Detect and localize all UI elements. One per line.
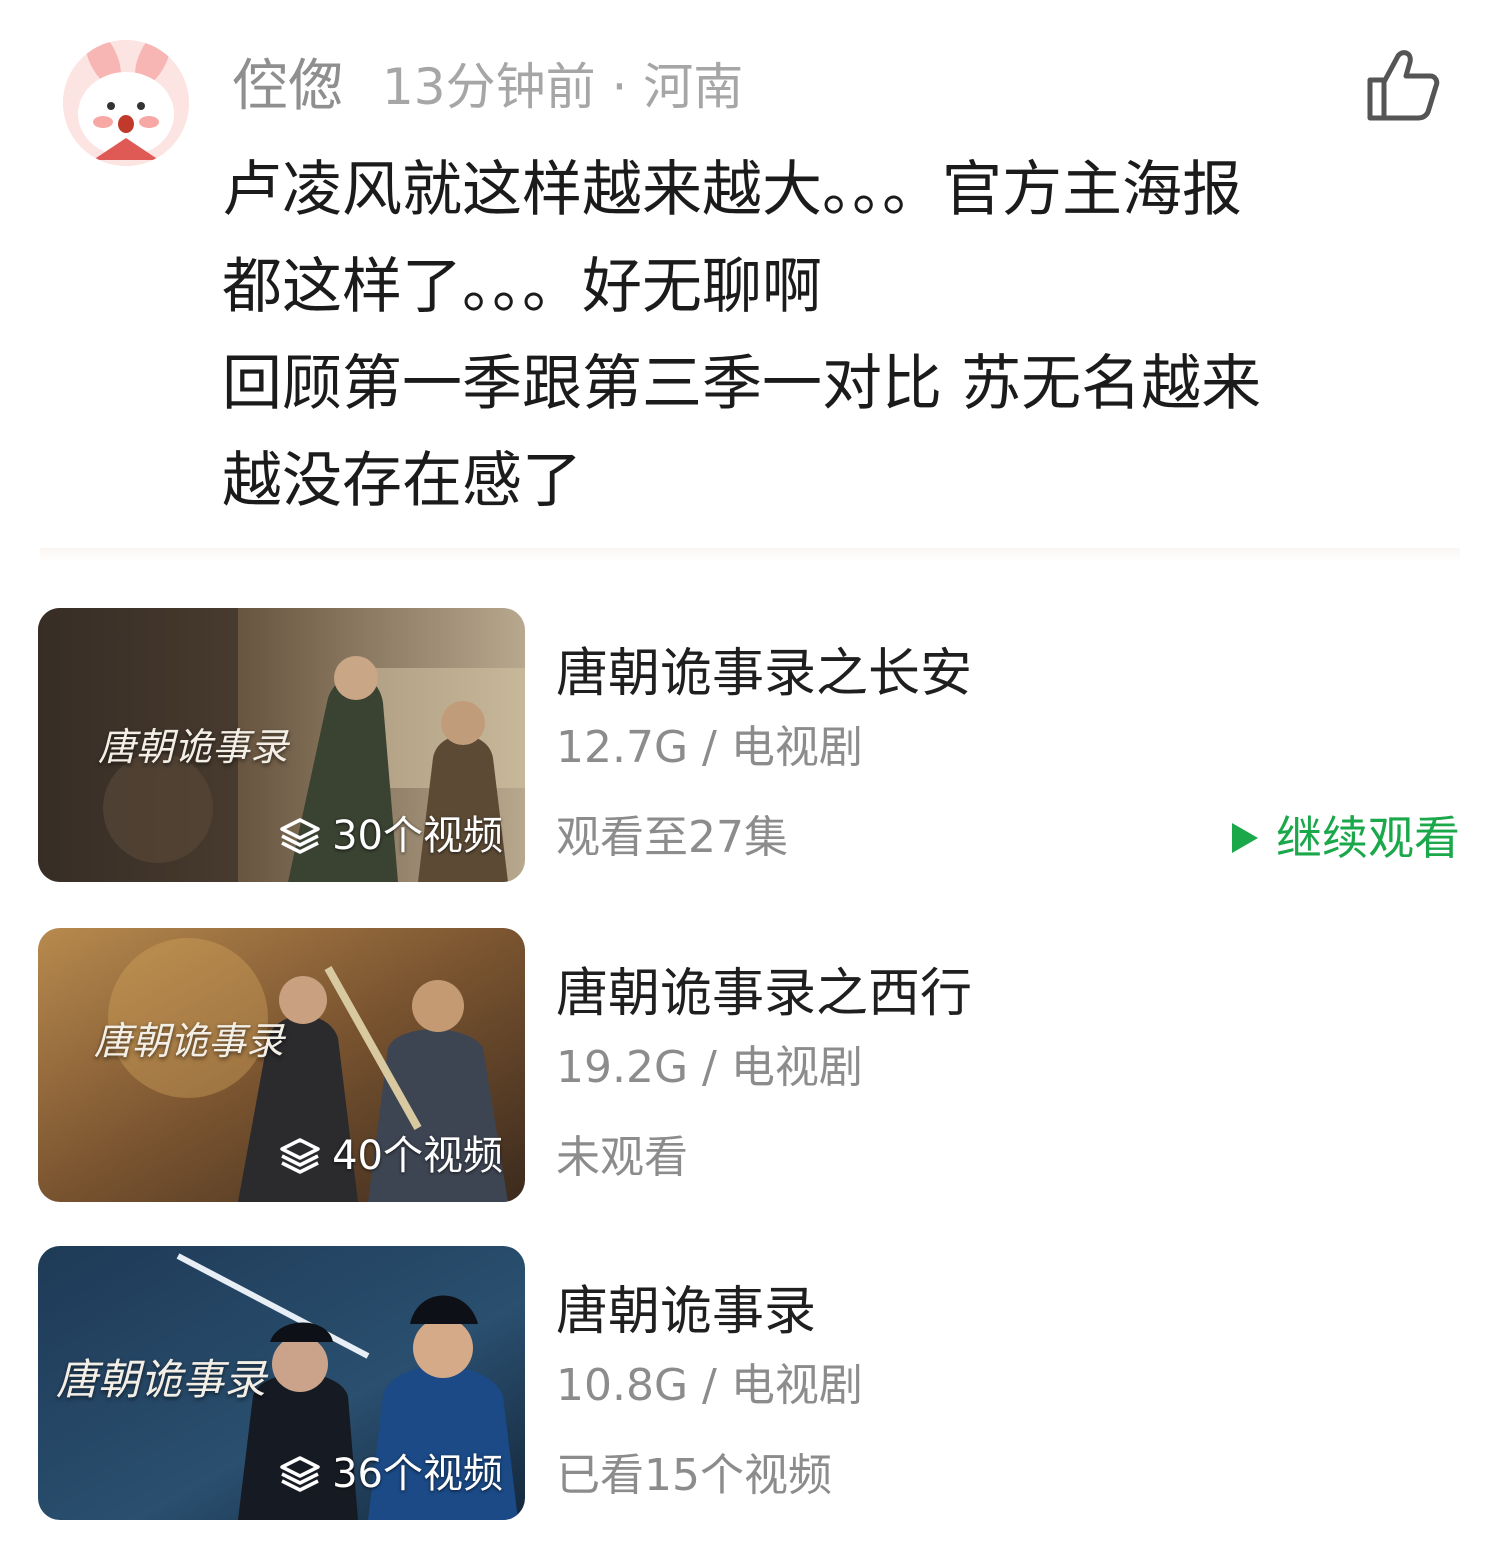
comment-line: 卢凌风就这样越来越大。。。官方主海报 [222, 155, 1242, 225]
video-count: 30个视频 [332, 813, 503, 859]
video-thumbnail[interactable]: 唐朝诡事录 36个视频 [38, 1246, 525, 1520]
poster-logo: 唐朝诡事录 [56, 1355, 267, 1404]
video-thumbnail[interactable]: 唐朝诡事录 30个视频 [38, 608, 525, 882]
continue-label: 继续观看 [1276, 811, 1460, 865]
video-info: 12.7G / 电视剧 [556, 722, 863, 773]
comment-line: 越没存在感了 [222, 446, 582, 516]
video-info: 19.2G / 电视剧 [556, 1042, 863, 1093]
avatar[interactable] [63, 40, 189, 166]
layers-icon [280, 818, 320, 854]
video-thumbnail[interactable]: 唐朝诡事录 40个视频 [38, 928, 525, 1202]
watch-status: 观看至27集 [556, 812, 788, 863]
video-item[interactable]: 唐朝诡事录 30个视频 唐朝诡事录之长安 12.7G / 电视剧 观看至27集 … [0, 608, 1500, 888]
video-item[interactable]: 唐朝诡事录 36个视频 唐朝诡事录 10.8G / 电视剧 已看15个视频 [0, 1246, 1500, 1526]
poster-logo: 唐朝诡事录 [94, 1019, 285, 1063]
like-button[interactable] [1362, 46, 1442, 122]
comment-text: 卢凌风就这样越来越大。。。官方主海报 都这样了。。。好无聊啊 回顾第一季跟第三季… [222, 142, 1452, 530]
layers-icon [280, 1456, 320, 1492]
video-title[interactable]: 唐朝诡事录 [556, 1280, 816, 1344]
video-count-badge: 30个视频 [278, 808, 503, 864]
watch-status: 未观看 [556, 1132, 688, 1183]
continue-watching-button[interactable]: 继续观看 [1230, 810, 1460, 866]
comment-line: 都这样了。。。好无聊啊 [222, 252, 822, 322]
play-icon [1232, 823, 1258, 853]
comment-line: 回顾第一季跟第三季一对比 苏无名越来 [222, 349, 1262, 419]
video-title[interactable]: 唐朝诡事录之西行 [556, 962, 972, 1026]
divider [40, 548, 1460, 562]
video-count-badge: 40个视频 [278, 1128, 503, 1184]
watch-status: 已看15个视频 [556, 1450, 832, 1501]
layers-icon [280, 1138, 320, 1174]
thumbs-up-icon [1367, 50, 1440, 121]
bunny-avatar-icon [63, 40, 189, 166]
poster-logo: 唐朝诡事录 [98, 725, 289, 769]
video-item[interactable]: 唐朝诡事录 40个视频 唐朝诡事录之西行 19.2G / 电视剧 未观看 [0, 928, 1500, 1208]
video-info: 10.8G / 电视剧 [556, 1360, 863, 1411]
video-count: 36个视频 [332, 1451, 503, 1497]
video-count: 40个视频 [332, 1133, 503, 1179]
video-count-badge: 36个视频 [278, 1446, 503, 1502]
comment-author[interactable]: 倥偬 [232, 52, 344, 122]
comment-time-location: 13分钟前 · 河南 [382, 58, 744, 116]
video-title[interactable]: 唐朝诡事录之长安 [556, 642, 972, 706]
